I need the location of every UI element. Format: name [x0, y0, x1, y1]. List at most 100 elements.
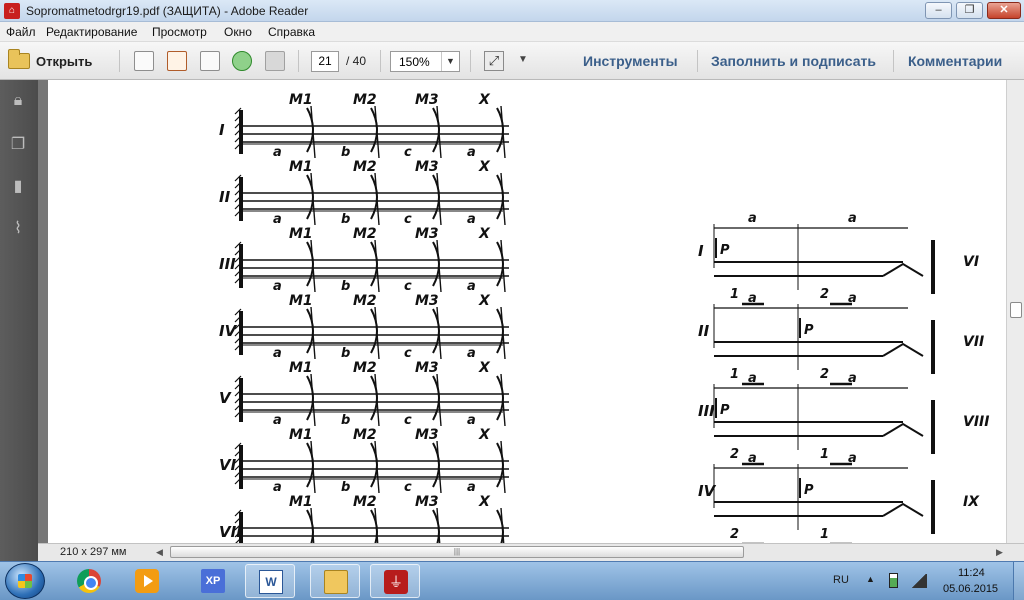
- span-label: c: [404, 212, 412, 227]
- section-line: [436, 239, 442, 293]
- open-label: Открыть: [36, 53, 93, 69]
- zoom-value: 150%: [399, 55, 430, 69]
- menu-edit[interactable]: Редактирование: [46, 25, 137, 39]
- clock-time[interactable]: 11:24: [958, 567, 985, 579]
- span-label: a: [273, 145, 282, 160]
- upload-icon[interactable]: [232, 51, 252, 71]
- moment-label: M1: [289, 226, 313, 242]
- moment-label: M3: [415, 159, 439, 175]
- window-title: Sopromatmetodrgr19.pdf (ЗАЩИТА) - Adobe …: [26, 4, 309, 18]
- language-indicator[interactable]: RU: [833, 574, 849, 586]
- beam-variant-label-next: VIII: [963, 414, 989, 430]
- tools-button[interactable]: Инструменты: [583, 53, 678, 69]
- attachment-icon[interactable]: ⌇: [9, 218, 27, 238]
- span-label: a: [748, 371, 757, 386]
- chevron-down-icon[interactable]: ▼: [441, 52, 459, 71]
- section-line: [500, 373, 506, 427]
- span-label: a: [467, 212, 476, 227]
- title-bar: ⌂ Sopromatmetodrgr19.pdf (ЗАЩИТА) - Adob…: [0, 0, 1024, 22]
- tray-expand-icon[interactable]: ▲: [866, 574, 875, 584]
- span-label: a: [467, 480, 476, 495]
- moment-label: M1: [289, 494, 313, 510]
- support-label: 1: [820, 527, 829, 542]
- toolbar-divider: [893, 50, 894, 72]
- vertical-scrollbar[interactable]: [1006, 80, 1024, 543]
- span-label: a: [748, 451, 757, 466]
- scroll-left-icon[interactable]: ◀: [156, 547, 163, 558]
- show-desktop-button[interactable]: [1013, 562, 1024, 600]
- taskbar-word[interactable]: W: [245, 564, 295, 598]
- page-number-input[interactable]: 21: [311, 51, 339, 72]
- fill-sign-button[interactable]: Заполнить и подписать: [711, 53, 876, 69]
- section-line: [374, 239, 380, 293]
- span-label: a: [273, 413, 282, 428]
- lock-icon[interactable]: 🔒︎: [9, 92, 27, 112]
- windows-logo-icon: [18, 574, 32, 588]
- span-label: a: [848, 291, 857, 306]
- section-line: [310, 239, 316, 293]
- document-viewer[interactable]: I M1 M2 M3 Xa b c a II M1 M2 M3 Xa b c a III M1 M2 M3 Xa b c a I…: [38, 80, 1006, 543]
- load-label: P: [720, 403, 730, 418]
- section-line: [374, 105, 380, 159]
- taskbar-explorer[interactable]: [310, 564, 360, 598]
- menu-view[interactable]: Просмотр: [152, 25, 207, 39]
- fit-page-icon[interactable]: ⤢: [484, 51, 504, 71]
- open-button[interactable]: Открыть: [8, 49, 93, 72]
- moment-label: X: [478, 92, 491, 108]
- shaft-variant-label: I: [219, 121, 225, 139]
- menu-bar: Файл Редактирование Просмотр Окно Справк…: [0, 22, 1024, 42]
- pdf-page: I M1 M2 M3 Xa b c a II M1 M2 M3 Xa b c a III M1 M2 M3 Xa b c a I…: [48, 80, 1006, 543]
- battery-icon[interactable]: [889, 573, 898, 588]
- moment-label: X: [478, 360, 491, 376]
- comments-button[interactable]: Комментарии: [908, 53, 1002, 69]
- moment-label: M2: [353, 92, 377, 108]
- xp-mode-icon: XP: [201, 569, 225, 593]
- start-button[interactable]: [5, 563, 45, 599]
- create-pdf-icon[interactable]: [134, 51, 154, 71]
- network-signal-icon[interactable]: [911, 574, 927, 588]
- moment-label: M3: [415, 494, 439, 510]
- toolbar-more-icon[interactable]: ▼: [518, 54, 528, 65]
- moment-label: M1: [289, 360, 313, 376]
- edit-pdf-icon[interactable]: [200, 51, 220, 71]
- minimize-button[interactable]: –: [925, 2, 952, 19]
- vertical-scroll-thumb[interactable]: [1010, 302, 1022, 318]
- clock-date[interactable]: 05.06.2015: [943, 583, 998, 595]
- taskbar-chrome[interactable]: [64, 564, 114, 598]
- span-label: b: [341, 346, 350, 361]
- section-line: [500, 239, 506, 293]
- moment-label: M1: [289, 159, 313, 175]
- status-bar: 210 x 297 мм ◀ ||| ▶: [38, 543, 1024, 561]
- close-button[interactable]: ✕: [987, 2, 1021, 19]
- support-label: 1: [730, 367, 739, 382]
- zoom-select[interactable]: 150% ▼: [390, 51, 460, 72]
- support-label: 2: [730, 527, 739, 542]
- menu-help[interactable]: Справка: [268, 25, 315, 39]
- maximize-button[interactable]: ❐: [956, 2, 983, 19]
- moment-label: M2: [353, 226, 377, 242]
- beam-variant-label: III: [698, 402, 715, 420]
- taskbar-xp-mode[interactable]: XP: [188, 564, 238, 598]
- taskbar-adobe-reader[interactable]: ⏚: [370, 564, 420, 598]
- shaft-variant-label: V: [219, 389, 232, 407]
- save-icon[interactable]: [265, 51, 285, 71]
- page-total: / 40: [346, 54, 367, 68]
- span-label: c: [404, 346, 412, 361]
- beam-variant-label: I: [698, 242, 704, 260]
- toolbar-divider: [298, 50, 299, 72]
- pages-icon[interactable]: ❐: [9, 134, 27, 154]
- export-pdf-icon[interactable]: [167, 51, 187, 71]
- bookmark-icon[interactable]: ▮: [9, 176, 27, 196]
- menu-window[interactable]: Окно: [224, 25, 252, 39]
- taskbar-media-player[interactable]: [122, 564, 172, 598]
- toolbar-divider: [380, 50, 381, 72]
- scroll-right-icon[interactable]: ▶: [996, 547, 1003, 558]
- moment-label: X: [478, 293, 491, 309]
- toolbar-divider: [119, 50, 120, 72]
- shaft-variant-label: VI: [219, 456, 237, 474]
- menu-file[interactable]: Файл: [6, 25, 36, 39]
- moment-label: M2: [353, 293, 377, 309]
- horizontal-scroll-thumb[interactable]: |||: [170, 546, 744, 558]
- support-label: 2: [820, 287, 829, 302]
- pdf-app-icon: ⌂: [4, 3, 20, 19]
